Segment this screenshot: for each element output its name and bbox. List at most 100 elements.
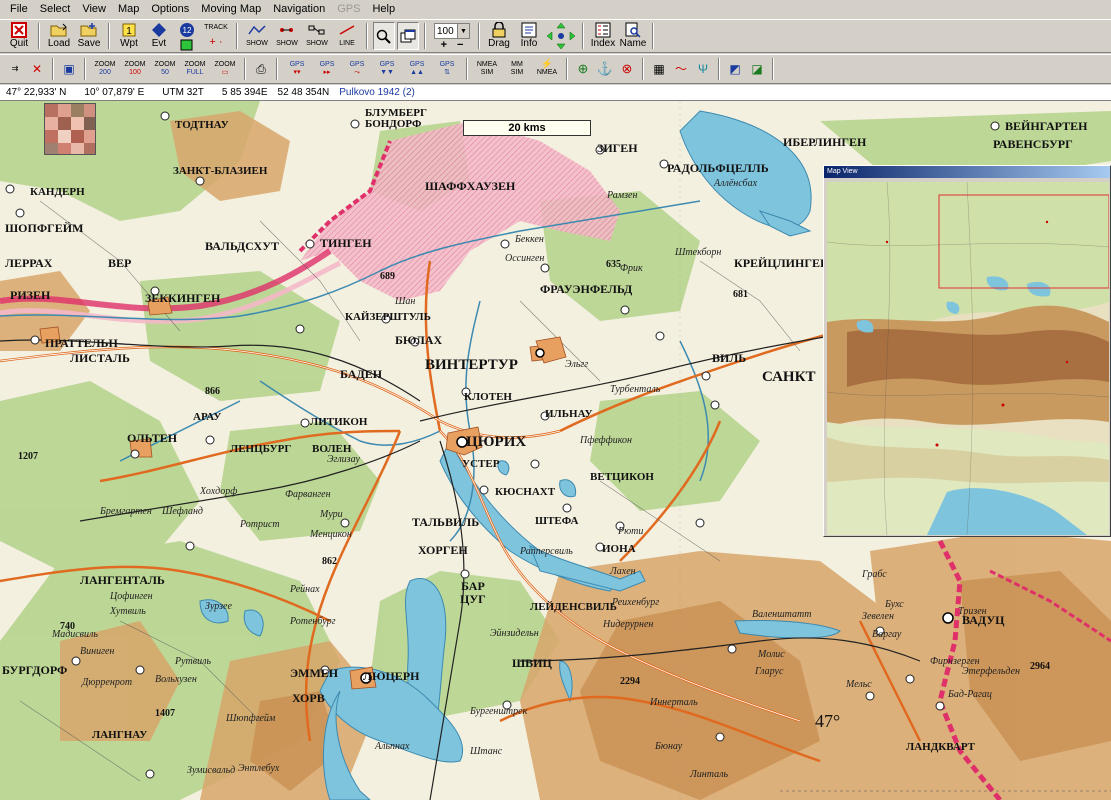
show-routes-button[interactable]: SHOW bbox=[302, 20, 332, 52]
zoom-out-button[interactable]: − bbox=[457, 39, 463, 51]
antenna-button[interactable]: Ψ bbox=[692, 57, 714, 81]
map-place-label: Шюпфгейм bbox=[226, 713, 276, 724]
map-place-label: Шан bbox=[395, 296, 416, 307]
map-window-button[interactable]: ▣ bbox=[58, 57, 80, 81]
zoom-area-button[interactable]: ZOOM ▭ bbox=[212, 57, 238, 81]
gps-waypoints-button[interactable]: GPS ▾▾ bbox=[284, 57, 310, 81]
anchor-icon: ⚓ bbox=[596, 61, 614, 76]
zoom-select[interactable]: 100 ▼ bbox=[434, 23, 470, 39]
map-place-label: Бад-Рагац bbox=[948, 689, 992, 700]
menu-moving-map[interactable]: Moving Map bbox=[195, 0, 267, 19]
map-export-button[interactable]: ◪ bbox=[746, 57, 768, 81]
map-view-window[interactable]: Map View bbox=[823, 165, 1111, 537]
menu-file[interactable]: File bbox=[4, 0, 34, 19]
show-events-button[interactable]: SHOW bbox=[272, 20, 302, 52]
pan-arrows-button[interactable] bbox=[544, 20, 578, 52]
map-place-label: Варгау bbox=[872, 629, 902, 640]
zoom-50-button[interactable]: ZOOM 50 bbox=[152, 57, 178, 81]
map-place-label: Шефланд bbox=[162, 506, 203, 517]
name-button[interactable]: Name bbox=[618, 20, 648, 52]
map-label: ЛЕНЦБУРГ bbox=[230, 443, 292, 455]
print-button[interactable]: ⎙ bbox=[250, 57, 272, 81]
load-button[interactable]: Load bbox=[44, 20, 74, 52]
map-tools-button[interactable]: ✕ bbox=[26, 57, 48, 81]
zoom-tool-button[interactable] bbox=[373, 22, 395, 50]
quit-button[interactable]: Quit bbox=[4, 20, 34, 52]
gps-sync-button[interactable]: GPS ⇅ bbox=[434, 57, 460, 81]
gps-upload-button[interactable]: GPS ▲▲ bbox=[404, 57, 430, 81]
zoom-200-button[interactable]: ZOOM 200 bbox=[92, 57, 118, 81]
map-import-button[interactable]: ◩ bbox=[724, 57, 746, 81]
menu-view[interactable]: View bbox=[76, 0, 112, 19]
map-label: ЛАНГЕНТАЛЬ bbox=[80, 573, 165, 587]
datum-readout: Pulkovo 1942 (2) bbox=[339, 87, 415, 98]
drag-button[interactable]: Drag bbox=[484, 20, 514, 52]
spot-height: 1207 bbox=[18, 451, 38, 462]
map-place-label: Ротрист bbox=[240, 519, 280, 530]
gps-routes-button[interactable]: GPS ▸▸ bbox=[314, 57, 340, 81]
map-view-canvas[interactable] bbox=[827, 182, 1109, 535]
crosshair-button[interactable]: ⊕ bbox=[572, 57, 594, 81]
toolbar-separator bbox=[718, 58, 720, 80]
info-button[interactable]: Info bbox=[514, 20, 544, 52]
map-place-label: Зумисвальд bbox=[187, 765, 236, 776]
map-calibrate-button[interactable]: ⇉ bbox=[4, 57, 26, 81]
show-waypoints-button[interactable]: SHOW bbox=[242, 20, 272, 52]
profile-button[interactable]: 〜 bbox=[670, 57, 692, 81]
gps-transfer-icon: ⇅ bbox=[444, 69, 450, 76]
map-label: БОНДОРФ bbox=[365, 118, 422, 130]
save-icon bbox=[80, 22, 98, 38]
menu-options[interactable]: Options bbox=[145, 0, 195, 19]
map-place-label: Тризен bbox=[958, 606, 987, 617]
map-place-label: Гларус bbox=[755, 666, 784, 677]
nmea-sim-button[interactable]: NMEA SIM bbox=[474, 57, 500, 81]
event-button[interactable]: Evt bbox=[144, 20, 174, 52]
toolbar-separator bbox=[108, 23, 110, 49]
waypoint-icon: 1 bbox=[120, 22, 138, 38]
gps-download-button[interactable]: GPS ▼▼ bbox=[374, 57, 400, 81]
latitude-readout: 47° 22,933' N bbox=[6, 87, 67, 98]
gps-transfer-icon: ▼▼ bbox=[380, 69, 394, 76]
map-view-title: Map View bbox=[824, 166, 1110, 178]
lifebuoy-button[interactable]: ⊗ bbox=[616, 57, 638, 81]
track-button[interactable]: TRACK + · bbox=[200, 20, 232, 52]
line-button[interactable]: LINE bbox=[332, 20, 362, 52]
info-icon bbox=[520, 22, 538, 38]
magnifier-icon bbox=[375, 29, 393, 45]
toolbar-separator bbox=[642, 58, 644, 80]
zoom-100-button[interactable]: ZOOM 100 bbox=[122, 57, 148, 81]
index-button[interactable]: Index bbox=[588, 20, 618, 52]
map-label: ТАЛЬВИЛЬ bbox=[412, 515, 480, 529]
map-canvas[interactable]: 20 kms ЗИГЕН РАДОЛЬФЦЕЛЛЬ ИБЕРЛИНГЕН ВЕЙНГА… bbox=[0, 101, 1111, 800]
toolbar-separator bbox=[772, 58, 774, 80]
map-place-label: Нидерурнен bbox=[603, 619, 654, 630]
route-button[interactable]: 12 bbox=[174, 20, 200, 52]
map-place-label: Штанс bbox=[470, 746, 503, 757]
secondary-toolbar: ⇉ ✕ ▣ ZOOM 200 ZOOM 100 ZOOM 50 ZOOM FULL ZO… bbox=[0, 54, 1111, 84]
map-place-label: Ротенбург bbox=[290, 616, 336, 627]
zoom-full-button[interactable]: ZOOM FULL bbox=[182, 57, 208, 81]
map-place-label: Менцикон bbox=[310, 529, 352, 540]
menu-help[interactable]: Help bbox=[366, 0, 401, 19]
overview-thumbnail[interactable] bbox=[44, 103, 96, 155]
gps-tracks-button[interactable]: GPS ⤳ bbox=[344, 57, 370, 81]
map-scale-label: 20 kms bbox=[463, 120, 591, 136]
map-place-label: Хохдорф bbox=[200, 486, 238, 497]
menu-gps[interactable]: GPS bbox=[331, 0, 366, 19]
menu-navigation[interactable]: Navigation bbox=[267, 0, 331, 19]
save-button[interactable]: Save bbox=[74, 20, 104, 52]
map-label: ПРАТТЕЛЬН bbox=[45, 336, 118, 350]
waypoint-button[interactable]: 1 Wpt bbox=[114, 20, 144, 52]
zoom-in-button[interactable]: + bbox=[441, 39, 447, 51]
window-tool-button[interactable] bbox=[397, 22, 419, 50]
nmea-button[interactable]: ⚡ NMEA bbox=[534, 57, 560, 81]
map-label: РАДОЛЬФЦЕЛЛЬ bbox=[667, 161, 769, 175]
menu-select[interactable]: Select bbox=[34, 0, 77, 19]
mm-sim-button[interactable]: MM SIM bbox=[504, 57, 530, 81]
map-place-label: Рутвиль bbox=[175, 656, 212, 667]
anchor-button[interactable]: ⚓ bbox=[594, 57, 616, 81]
crosshair-icon: ⊕ bbox=[577, 61, 589, 76]
menu-map[interactable]: Map bbox=[112, 0, 145, 19]
grid-button[interactable]: ▦ bbox=[648, 57, 670, 81]
map-label: БАДЕН bbox=[340, 367, 383, 381]
